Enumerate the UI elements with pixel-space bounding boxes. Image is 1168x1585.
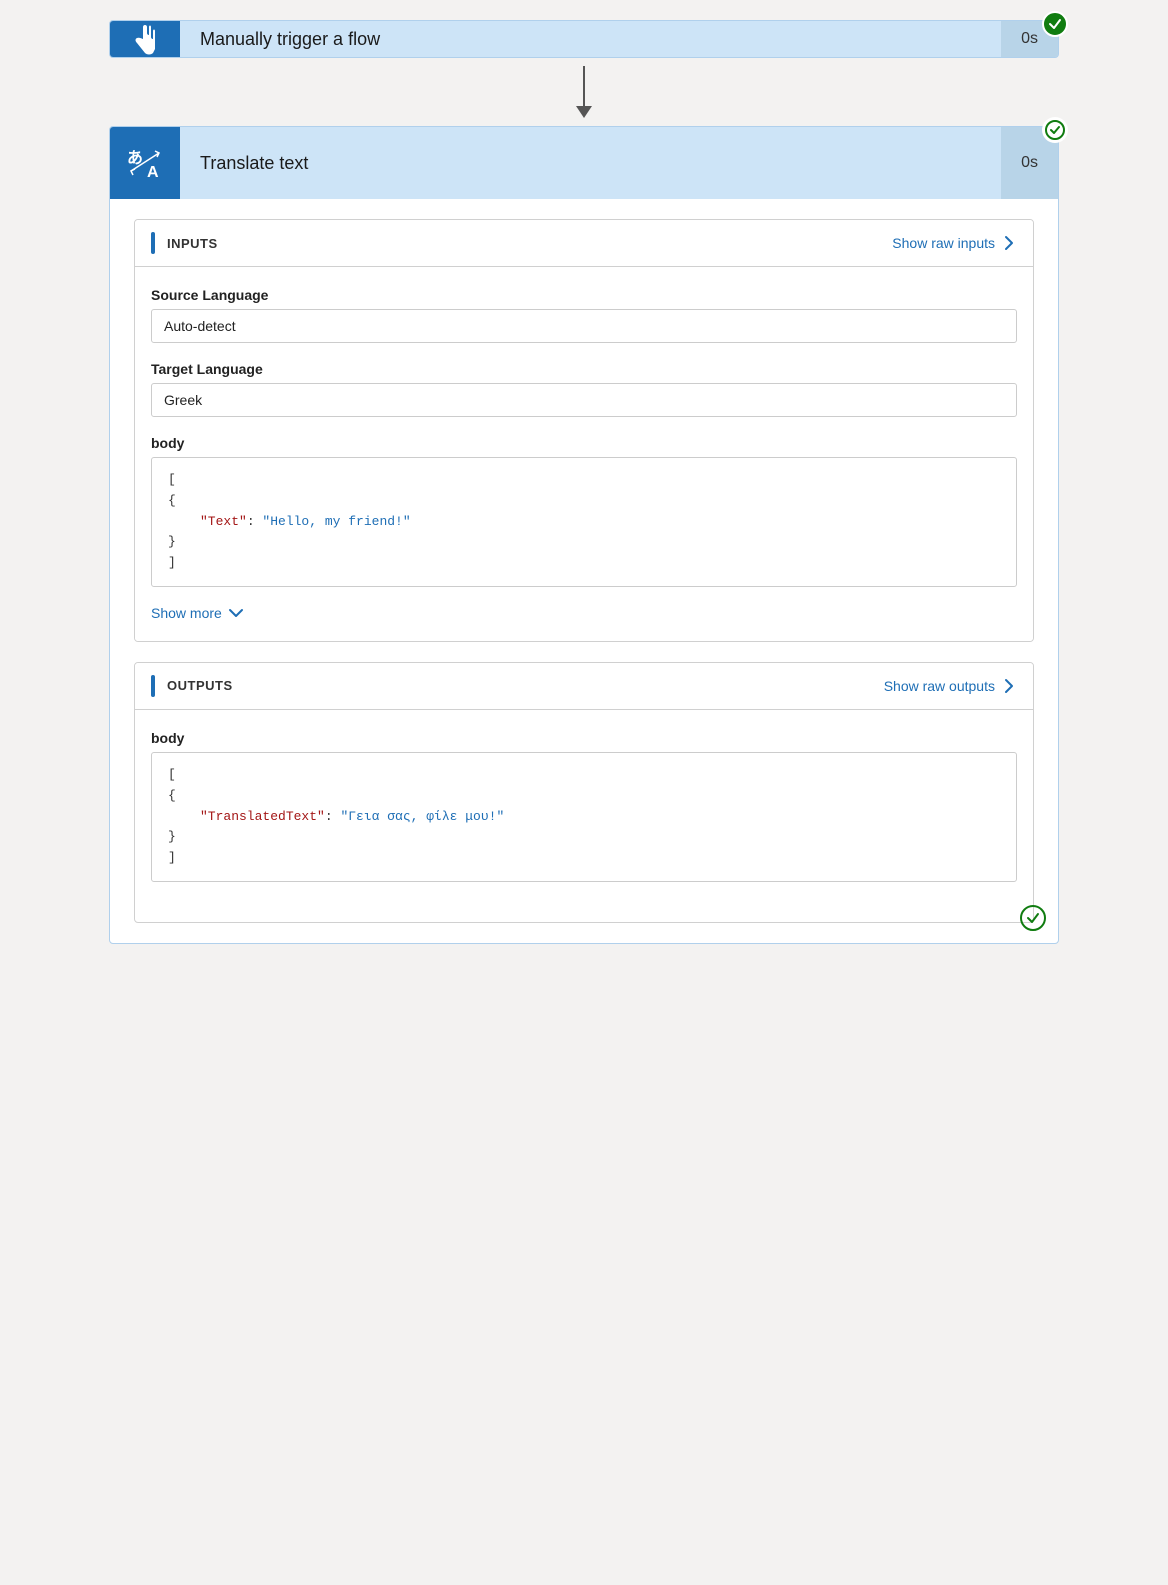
hand-pointer-icon — [127, 21, 163, 57]
out-code-line-5: ] — [168, 848, 1000, 869]
inputs-section-title: INPUTS — [167, 236, 218, 251]
svg-text:A: A — [147, 164, 159, 181]
code-line-3: "Text": "Hello, my friend!" — [168, 512, 1000, 533]
code-key: "Text" — [200, 514, 247, 529]
action-icon-box: あ A — [110, 127, 180, 199]
source-language-label: Source Language — [151, 287, 1017, 303]
show-raw-outputs-label: Show raw outputs — [884, 678, 995, 694]
outputs-section: OUTPUTS Show raw outputs body [ — [134, 662, 1034, 923]
trigger-block: Manually trigger a flow 0s — [109, 20, 1059, 58]
body-code-block: [ { "Text": "Hello, my friend!" } ] — [151, 457, 1017, 587]
flow-container: Manually trigger a flow 0s あ — [109, 20, 1059, 1565]
action-header: あ A Translate text 0s — [110, 127, 1058, 199]
body-label: body — [151, 435, 1017, 451]
outputs-section-content: body [ { "TranslatedText": "Γεια σας, φί… — [135, 710, 1033, 902]
chevron-down-icon — [228, 605, 244, 621]
inputs-section: INPUTS Show raw inputs Source Language A… — [134, 219, 1034, 642]
arrow-connector — [576, 66, 592, 118]
code-line-5: ] — [168, 553, 1000, 574]
action-title: Translate text — [180, 127, 1001, 199]
arrow-head — [576, 106, 592, 118]
chevron-right-icon — [1001, 235, 1017, 251]
action-block: あ A Translate text 0s — [109, 126, 1059, 944]
output-body-label: body — [151, 730, 1017, 746]
show-more-button[interactable]: Show more — [151, 605, 1017, 621]
translate-svg-icon: あ A — [123, 139, 167, 183]
show-raw-outputs-link[interactable]: Show raw outputs — [884, 678, 1017, 694]
out-code-line-3: "TranslatedText": "Γεια σας, φίλε μου!" — [168, 807, 1000, 828]
bottom-check-icon — [1026, 911, 1040, 925]
code-colon: : — [247, 514, 263, 529]
out-code-colon: : — [325, 809, 341, 824]
inputs-section-bar — [151, 232, 155, 254]
chevron-right-outputs-icon — [1001, 678, 1017, 694]
show-raw-inputs-label: Show raw inputs — [892, 235, 995, 251]
target-language-value: Greek — [151, 383, 1017, 417]
target-language-field: Target Language Greek — [151, 361, 1017, 417]
code-line-2: { — [168, 491, 1000, 512]
action-success-badge — [1042, 117, 1068, 143]
trigger-icon-box — [110, 21, 180, 57]
bottom-check-badge — [1020, 905, 1046, 931]
code-value: "Hello, my friend!" — [262, 514, 410, 529]
target-language-label: Target Language — [151, 361, 1017, 377]
inputs-title-group: INPUTS — [151, 232, 218, 254]
trigger-title: Manually trigger a flow — [180, 21, 1001, 57]
outputs-title-group: OUTPUTS — [151, 675, 233, 697]
action-body: INPUTS Show raw inputs Source Language A… — [110, 199, 1058, 943]
trigger-success-badge — [1042, 11, 1068, 37]
source-language-value: Auto-detect — [151, 309, 1017, 343]
outputs-section-bar — [151, 675, 155, 697]
arrow-line — [583, 66, 585, 106]
inputs-section-header: INPUTS Show raw inputs — [135, 220, 1033, 267]
code-line-4: } — [168, 532, 1000, 553]
translate-icon: あ A — [123, 139, 167, 187]
outputs-section-title: OUTPUTS — [167, 678, 233, 693]
out-code-value: "Γεια σας, φίλε μου!" — [340, 809, 504, 824]
out-code-line-2: { — [168, 786, 1000, 807]
output-body-code-block: [ { "TranslatedText": "Γεια σας, φίλε μο… — [151, 752, 1017, 882]
inputs-section-content: Source Language Auto-detect Target Langu… — [135, 267, 1033, 641]
body-field: body [ { "Text": "Hello, my friend!" } ] — [151, 435, 1017, 587]
out-code-line-4: } — [168, 827, 1000, 848]
show-raw-inputs-link[interactable]: Show raw inputs — [892, 235, 1017, 251]
code-line-1: [ — [168, 470, 1000, 491]
source-language-field: Source Language Auto-detect — [151, 287, 1017, 343]
show-more-label: Show more — [151, 605, 222, 621]
out-code-line-1: [ — [168, 765, 1000, 786]
success-check-icon — [1048, 17, 1062, 31]
outputs-section-header: OUTPUTS Show raw outputs — [135, 663, 1033, 710]
output-body-field: body [ { "TranslatedText": "Γεια σας, φί… — [151, 730, 1017, 882]
action-success-icon — [1044, 119, 1066, 141]
out-code-key: "TranslatedText" — [200, 809, 325, 824]
